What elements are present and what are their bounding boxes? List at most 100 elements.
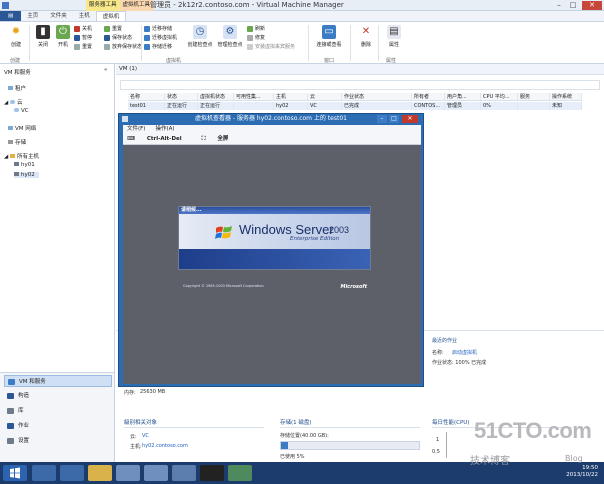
product-year: 2003 [329,225,350,235]
nav-item-hy01[interactable]: hy01 [14,162,35,168]
col-host[interactable]: 主机 [274,93,308,100]
taskbar-app-2[interactable] [144,465,168,481]
save-state-button[interactable]: 保存状态 [104,34,132,42]
repair-button[interactable]: 修复 [247,34,265,42]
cloud-link[interactable]: VC [142,433,149,439]
viewer-close-icon[interactable]: ✕ [402,115,418,123]
minimize-icon[interactable]: – [552,1,566,10]
watermark-site: 51CTO.com [474,418,592,443]
create-checkpoint-button[interactable]: ◷ 创建检查点 [186,25,214,48]
taskbar-cmd[interactable] [200,465,224,481]
start-button[interactable] [3,465,27,481]
close-icon[interactable]: ✕ [582,1,602,10]
viewer-toolbar: ⌨ Ctrl-Alt-Del ⛶ 全屏 [123,133,421,145]
properties-button[interactable]: ▤ 属性 [382,25,406,48]
col-name[interactable]: 名称 [128,93,165,100]
taskbar-server-manager[interactable] [32,465,56,481]
create-icon: ✹ [11,26,21,37]
cloud-label: 云: [130,434,137,440]
create-button[interactable]: ✹ 创建 [4,25,28,48]
taskbar-vmm[interactable] [172,465,196,481]
cell-status: 正在运行 [165,102,198,110]
taskbar-powershell[interactable] [60,465,84,481]
nav-item-vc[interactable]: VC [14,108,29,114]
refresh-button[interactable]: 刷新 [247,25,265,33]
menu-action[interactable]: 操作(A) [155,125,174,133]
connect-or-view-button[interactable]: ▭ 连接或查看 [312,25,346,48]
migrate-vm-button[interactable]: 迁移虚拟机 [144,34,177,42]
host-link[interactable]: hy02.contoso.com [142,443,188,449]
tab-host[interactable]: 主机 [73,11,96,21]
col-vm-status[interactable]: 虚拟机状态 [198,93,234,100]
tab-home[interactable]: 主页 [21,11,44,21]
tab-vm[interactable]: 虚拟机 [95,11,127,21]
ctrl-alt-del-button[interactable]: ⌨ Ctrl-Alt-Del [127,133,192,144]
workspace-fabric[interactable]: 构造 [4,390,112,402]
clock-date: 2013/10/22 [566,472,598,478]
related-objects-title: 級别相关对象 [124,420,158,426]
tab-folder[interactable]: 文件夹 [44,11,73,21]
col-os[interactable]: 操作系统 [550,93,582,100]
section-rule [124,427,264,428]
migrate-storage-button[interactable]: 迁移存储 [144,25,172,33]
cell-user-role: 管理员 [445,102,481,110]
viewer-maximize-icon[interactable]: □ [389,115,399,123]
context-tab-vm-tools[interactable]: 虚拟机工具 [119,0,154,11]
col-availability[interactable]: 可用性集... [234,93,274,100]
shutoff-button[interactable]: 关机 [74,25,92,33]
nav-item-clouds[interactable]: ◢ 云 [4,98,23,106]
nav-item-all-hosts[interactable]: ◢ 所有主机 [4,152,39,160]
fullscreen-icon: ⛶ [201,136,208,142]
col-owner[interactable]: 所有者 [412,93,445,100]
vm-viewer-window[interactable]: 虚拟机查看器 - 服务器 hy02.contoso.com 上的 test01 … [118,113,424,387]
power-on-button[interactable]: ⏻ 开机 [51,25,75,48]
collapse-icon[interactable]: « [104,67,107,73]
copyright: Copyright © 1985-2003 Microsoft Corporat… [183,284,264,288]
taskbar-explorer[interactable] [88,465,112,481]
fullscreen-button[interactable]: ⛶ 全屏 [202,133,239,144]
menu-file[interactable]: 文件(F) [127,125,145,133]
workspace-settings[interactable]: 设置 [4,435,112,447]
system-clock[interactable]: 19:50 2013/10/22 [566,465,598,479]
maximize-icon[interactable]: □ [566,1,580,10]
pause-button[interactable]: 暂停 [74,34,92,42]
viewer-minimize-icon[interactable]: – [377,115,387,123]
col-user-role[interactable]: 用户角... [445,93,481,100]
taskbar-app-3[interactable] [228,465,252,481]
nav-item-storage[interactable]: 存储 [8,138,26,146]
power-on-label: 开机 [57,42,68,48]
col-status[interactable]: 状态 [165,93,198,100]
workspace-library[interactable]: 库 [4,405,112,417]
watermark-blog: Blog [565,454,583,463]
cell-vm-status: 正在运行 [198,102,234,110]
vm-console-screen[interactable]: 请稍候... Windows Server 2003 Enterprise Ed… [123,145,421,384]
nav-item-vm-networks[interactable]: VM 网络 [8,124,36,132]
watermark-sub: 技术博客 [470,456,510,467]
workspace-jobs[interactable]: 作业 [4,420,112,432]
workspace-vms-services[interactable]: VM 和服务 [4,375,112,387]
shutdown-icon: ▮ [36,25,50,39]
vm-list-header: VM (1) [116,64,604,75]
delete-button[interactable]: ✕ 删除 [354,25,378,48]
file-tab[interactable]: ▤ [0,11,22,21]
col-cpu[interactable]: CPU 平均... [481,93,518,100]
discard-state-button[interactable]: 放弃保存状态 [104,43,142,51]
store-in-library-button[interactable]: 存储迁移 [144,43,172,51]
col-service[interactable]: 服务 [518,93,550,100]
search-box[interactable] [120,80,600,90]
col-job-status[interactable]: 作业状态 [342,93,412,100]
nav-item-hy02[interactable]: hy02 [14,172,39,178]
context-tab-server-tools[interactable]: 服务器工具 [86,0,120,11]
nav-item-tenants[interactable]: 租户 [8,84,26,92]
manage-checkpoint-button[interactable]: ⚙ 管理检查点 [216,25,244,48]
col-cloud[interactable]: 云 [308,93,342,100]
recent-job-name[interactable]: 启动虚拟机 [452,349,477,356]
table-row[interactable]: test01 正在运行 正在运行 hy02 VC 已完成 CONTOS... 管… [128,102,582,110]
reset2-button[interactable]: 重置 [104,25,122,33]
taskbar-app-1[interactable] [116,465,140,481]
reset-button[interactable]: 重置 [74,43,92,51]
install-guest-services-button[interactable]: 安装虚拟来宾服务 [247,43,295,51]
cell-os: 未知 [550,102,582,110]
properties-icon: ▤ [387,25,401,39]
storage-bar-fill [281,442,288,449]
